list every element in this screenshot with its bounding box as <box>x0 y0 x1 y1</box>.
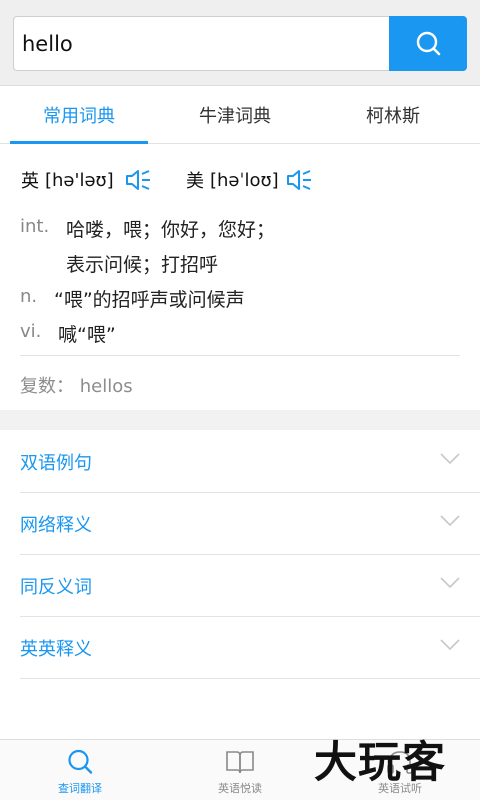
us-pronunciation: 美 [həˈloʊ] <box>186 165 313 195</box>
search-box[interactable] <box>13 16 390 71</box>
section-web-definitions[interactable]: 网络释义 <box>20 493 480 555</box>
section-label: 网络释义 <box>20 514 92 536</box>
chevron-down-icon <box>440 515 460 527</box>
search-bar <box>0 0 480 86</box>
definition-1: 哈喽，喂；你好，您好； <box>66 219 276 241</box>
book-icon <box>226 751 254 774</box>
entry-divider <box>20 355 460 356</box>
uk-speaker-icon[interactable] <box>124 168 152 192</box>
nav-english-reading[interactable]: 英语悦读 <box>160 740 320 800</box>
watermark-logo: 大玩客 <box>314 738 446 788</box>
active-tab-indicator <box>10 141 148 144</box>
tab-oxford-dictionary[interactable]: 牛津词典 <box>165 86 305 144</box>
section-english-definitions[interactable]: 英英释义 <box>20 617 480 679</box>
chevron-down-icon <box>440 639 460 651</box>
us-speaker-icon[interactable] <box>285 168 313 192</box>
section-label: 同反义词 <box>20 576 92 598</box>
chevron-down-icon <box>440 453 460 465</box>
word-entry: 英 [hə'ləʊ] 美 [həˈloʊ] int. 哈喽，喂；你好，您好； 表… <box>0 145 480 410</box>
section-bilingual-examples[interactable]: 双语例句 <box>20 431 480 493</box>
section-label: 英英释义 <box>20 638 92 660</box>
nav-label: 英语悦读 <box>218 782 262 795</box>
nav-label: 查词翻译 <box>58 782 102 795</box>
us-phonetic: [həˈloʊ] <box>210 169 279 191</box>
definition-2: 表示问候；打招呼 <box>66 254 219 276</box>
nav-lookup-translate[interactable]: 查词翻译 <box>0 740 160 800</box>
search-input[interactable] <box>14 17 390 70</box>
uk-phonetic: [hə'ləʊ] <box>45 169 114 191</box>
search-button[interactable] <box>389 16 467 71</box>
uk-label: 英 <box>21 171 39 192</box>
plural-form: 复数： hellos <box>20 376 133 397</box>
search-icon <box>68 749 93 774</box>
pos-vi: vi. <box>20 321 42 342</box>
pos-int: int. <box>20 216 50 237</box>
dictionary-tabs: 常用词典 牛津词典 柯林斯 <box>0 86 480 144</box>
pos-n: n. <box>20 286 38 307</box>
definition-3: “喂”的招呼声或问候声 <box>54 289 245 311</box>
section-gap <box>0 410 480 430</box>
uk-pronunciation: 英 [hə'ləʊ] <box>21 165 152 195</box>
tab-common-dictionary[interactable]: 常用词典 <box>10 86 148 144</box>
section-label: 双语例句 <box>20 452 92 474</box>
tab-collins-dictionary[interactable]: 柯林斯 <box>323 86 463 144</box>
us-label: 美 <box>186 171 204 192</box>
definition-4: 喊“喂” <box>58 324 116 346</box>
chevron-down-icon <box>440 577 460 589</box>
search-icon <box>416 31 441 55</box>
section-synonyms-antonyms[interactable]: 同反义词 <box>20 555 480 617</box>
